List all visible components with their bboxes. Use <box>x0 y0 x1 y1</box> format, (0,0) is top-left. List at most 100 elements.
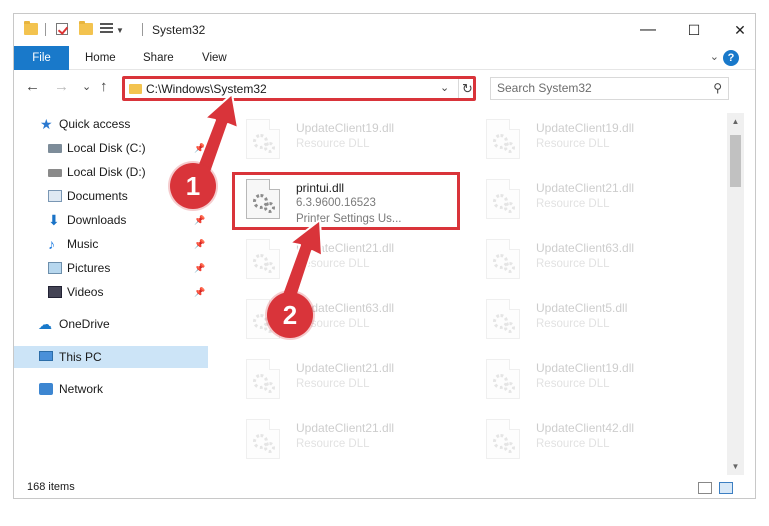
new-folder-icon[interactable] <box>79 21 93 35</box>
item-count: 168 items <box>27 481 75 493</box>
scroll-up-arrow-icon[interactable]: ▲ <box>727 113 744 130</box>
toolbar-separator <box>45 23 46 36</box>
navigation-bar: ← → ⌄ ↑ C:\Windows\System32 ⌄ ↻ ⚲ <box>14 71 755 105</box>
dll-file-icon <box>486 359 520 399</box>
search-box[interactable]: ⚲ <box>490 77 729 100</box>
file-name: UpdateClient21.dll <box>296 421 395 435</box>
step-1-badge: 1 <box>170 163 216 209</box>
file-tile[interactable]: UpdateClient19.dll Resource DLL <box>234 113 460 169</box>
search-icon[interactable]: ⚲ <box>713 81 722 95</box>
sidebar-item-onedrive[interactable]: ☁ OneDrive <box>14 313 208 335</box>
customize-toolbar-chevron-icon[interactable]: ▼ <box>116 26 124 35</box>
sidebar-item-label: Pictures <box>67 261 111 275</box>
maximize-button[interactable]: ☐ <box>671 14 717 46</box>
dll-file-icon <box>486 299 520 339</box>
dll-file-icon <box>486 179 520 219</box>
file-name: UpdateClient21.dll <box>296 241 395 255</box>
pin-icon[interactable]: 📌 <box>194 233 205 255</box>
sidebar-item-videos[interactable]: Videos 📌 <box>14 281 208 303</box>
address-bar-highlight <box>122 76 476 101</box>
sidebar-item-pictures[interactable]: Pictures 📌 <box>14 257 208 279</box>
window-title: System32 <box>152 23 206 37</box>
file-name: UpdateClient19.dll <box>536 361 635 375</box>
file-highlight <box>232 172 460 230</box>
sidebar-item-label: Quick access <box>59 117 131 131</box>
quick-access-list-icon[interactable] <box>100 23 113 34</box>
sidebar-item-label: This PC <box>59 350 102 364</box>
pin-icon[interactable]: 📌 <box>194 137 205 159</box>
tab-share[interactable]: Share <box>143 46 174 70</box>
file-tile[interactable]: UpdateClient19.dll Resource DLL <box>474 353 700 409</box>
minimize-button[interactable]: — <box>625 14 671 46</box>
forward-button[interactable]: → <box>54 78 69 95</box>
file-name: UpdateClient42.dll <box>536 421 635 435</box>
step-2-badge: 2 <box>267 292 313 338</box>
sidebar-item-local-disk-c[interactable]: Local Disk (C:) 📌 <box>14 137 208 159</box>
cloud-icon: ☁ <box>38 316 52 332</box>
file-name: UpdateClient63.dll <box>536 241 635 255</box>
scrollbar-thumb[interactable] <box>730 135 741 187</box>
folder-icon <box>24 21 38 35</box>
help-icon[interactable]: ? <box>723 50 739 66</box>
sidebar-item-label: Local Disk (D:) <box>67 165 146 179</box>
dll-file-icon <box>246 239 280 279</box>
file-type: Resource DLL <box>536 198 610 210</box>
tab-file[interactable]: File <box>14 46 69 70</box>
large-icons-view-icon[interactable] <box>719 482 733 494</box>
file-tile[interactable]: UpdateClient63.dll Resource DLL <box>474 233 700 289</box>
recent-locations-chevron-icon[interactable]: ⌄ <box>82 80 91 93</box>
ribbon-tabs: File Home Share View ⌄ ? <box>14 46 755 70</box>
network-icon <box>39 383 53 395</box>
sidebar-item-label: Music <box>67 237 99 251</box>
toolbar-separator <box>142 23 143 36</box>
file-tile[interactable]: UpdateClient21.dll Resource DLL <box>234 413 460 469</box>
vertical-scrollbar[interactable]: ▲ ▼ <box>727 113 744 475</box>
sidebar-item-label: Network <box>59 382 104 396</box>
videos-icon <box>48 286 62 298</box>
documents-icon <box>48 190 62 202</box>
file-type: Resource DLL <box>536 438 610 450</box>
pin-icon[interactable]: 📌 <box>194 257 205 279</box>
scroll-down-arrow-icon[interactable]: ▼ <box>727 458 744 475</box>
file-name: UpdateClient21.dll <box>536 181 635 195</box>
download-icon: ⬇ <box>48 212 60 228</box>
title-bar: ▼ System32 — ☐ ✕ <box>14 14 755 46</box>
details-view-icon[interactable] <box>698 482 712 494</box>
file-tile[interactable]: UpdateClient21.dll Resource DLL <box>474 173 700 229</box>
back-button[interactable]: ← <box>25 78 40 95</box>
tab-view[interactable]: View <box>202 46 227 70</box>
pin-icon[interactable]: 📌 <box>194 281 205 303</box>
sidebar-item-label: Local Disk (C:) <box>67 141 146 155</box>
tab-home[interactable]: Home <box>85 46 116 70</box>
search-input[interactable] <box>497 81 697 95</box>
properties-check-icon[interactable] <box>56 23 68 35</box>
sidebar-item-label: Documents <box>67 189 128 203</box>
sidebar-item-quick-access[interactable]: ★ Quick access <box>14 113 208 135</box>
sidebar-item-downloads[interactable]: ⬇ Downloads 📌 <box>14 209 208 231</box>
sidebar-item-music[interactable]: ♪ Music 📌 <box>14 233 208 255</box>
sidebar-item-network[interactable]: Network <box>14 378 208 400</box>
ribbon-expand-chevron-icon[interactable]: ⌄ <box>710 50 719 63</box>
file-tile[interactable]: UpdateClient19.dll Resource DLL <box>474 113 700 169</box>
dll-file-icon <box>486 119 520 159</box>
file-name: UpdateClient21.dll <box>296 361 395 375</box>
file-tile[interactable]: UpdateClient42.dll Resource DLL <box>474 413 700 469</box>
close-button[interactable]: ✕ <box>717 14 755 46</box>
dll-file-icon <box>486 239 520 279</box>
pictures-icon <box>48 262 62 274</box>
sidebar-item-this-pc[interactable]: This PC <box>14 346 208 368</box>
pin-icon[interactable]: 📌 <box>194 209 205 231</box>
up-button[interactable]: ↑ <box>100 78 108 95</box>
file-tile[interactable]: UpdateClient21.dll Resource DLL <box>234 353 460 409</box>
file-name: UpdateClient19.dll <box>536 121 635 135</box>
file-tile[interactable]: UpdateClient21.dll Resource DLL <box>234 233 460 289</box>
computer-icon <box>39 351 53 361</box>
drive-icon <box>48 169 62 177</box>
dll-file-icon <box>486 419 520 459</box>
file-tile[interactable]: UpdateClient5.dll Resource DLL <box>474 293 700 349</box>
file-type: Resource DLL <box>296 378 370 390</box>
file-type: Resource DLL <box>296 258 370 270</box>
dll-file-icon <box>246 119 280 159</box>
file-type: Resource DLL <box>296 138 370 150</box>
file-name: UpdateClient19.dll <box>296 121 395 135</box>
